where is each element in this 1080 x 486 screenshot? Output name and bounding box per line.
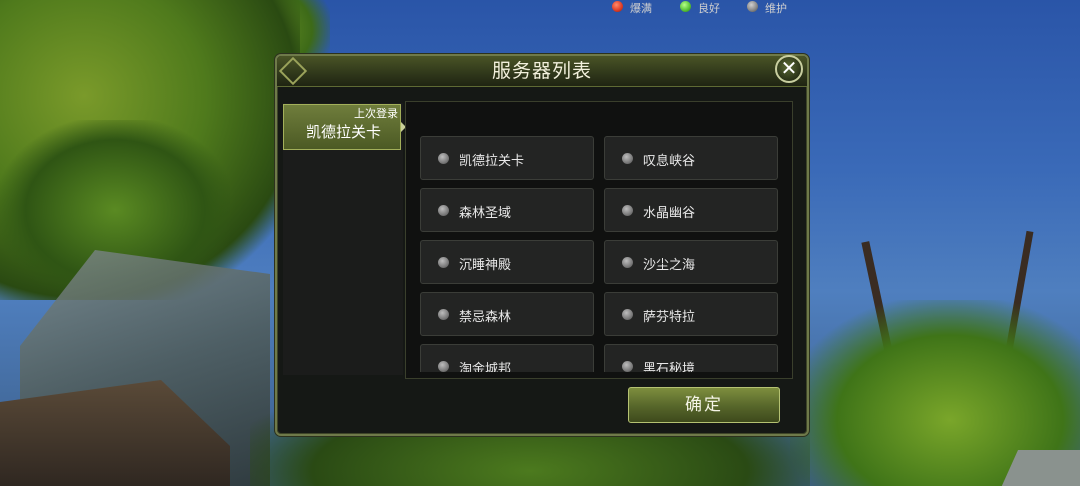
server-button[interactable]: 禁忌森林 [420,292,594,336]
server-name: 凯德拉关卡 [459,154,525,169]
server-button[interactable]: 凯德拉关卡 [420,136,594,180]
server-button[interactable]: 淘金城邦 [420,344,594,372]
server-button[interactable]: 叹息峡谷 [604,136,778,180]
sidebar-item-last-login[interactable]: 上次登录 凯德拉关卡 [283,104,401,150]
server-grid: 凯德拉关卡 叹息峡谷 森林圣域 水晶幽谷 沉睡神殿 沙尘之海 禁忌森林 萨芬特拉… [420,136,780,372]
server-button[interactable]: 萨芬特拉 [604,292,778,336]
server-button[interactable]: 沉睡神殿 [420,240,594,284]
server-button[interactable]: 沙尘之海 [604,240,778,284]
status-dot-gray-icon [747,1,758,12]
server-name: 水晶幽谷 [643,206,696,221]
server-name: 叹息峡谷 [643,154,696,169]
status-dot-red-icon [612,1,623,12]
server-name: 禁忌森林 [459,310,512,325]
status-dot-gray-icon [438,257,449,268]
server-name: 森林圣域 [459,206,512,221]
last-login-tag: 上次登录 [354,107,398,120]
title-bar: 服务器列表 [277,56,807,87]
server-name: 沙尘之海 [643,258,696,273]
status-dot-gray-icon [622,309,633,320]
dialog-title: 服务器列表 [491,60,592,82]
server-name: 黑石秘境 [643,362,696,372]
confirm-button[interactable]: 确定 [628,387,780,423]
server-name: 沉睡神殿 [459,258,512,273]
sidebar-item-label: 凯德拉关卡 [306,123,382,141]
status-dot-gray-icon [622,153,633,164]
legend-label: 爆满 [630,2,652,15]
status-dot-gray-icon [622,361,633,372]
status-dot-gray-icon [438,205,449,216]
server-name: 淘金城邦 [459,362,512,372]
server-button[interactable]: 水晶幽谷 [604,188,778,232]
status-dot-gray-icon [438,361,449,372]
status-dot-green-icon [680,1,691,12]
status-dot-gray-icon [438,153,449,164]
close-button[interactable]: ✕ [775,55,803,83]
legend-label: 维护 [765,2,787,15]
status-dot-gray-icon [622,257,633,268]
legend-label: 良好 [698,2,720,15]
status-dot-gray-icon [438,309,449,320]
close-icon: ✕ [780,56,798,80]
server-button[interactable]: 黑石秘境 [604,344,778,372]
status-dot-gray-icon [622,205,633,216]
server-button[interactable]: 森林圣域 [420,188,594,232]
server-name: 萨芬特拉 [643,310,696,325]
